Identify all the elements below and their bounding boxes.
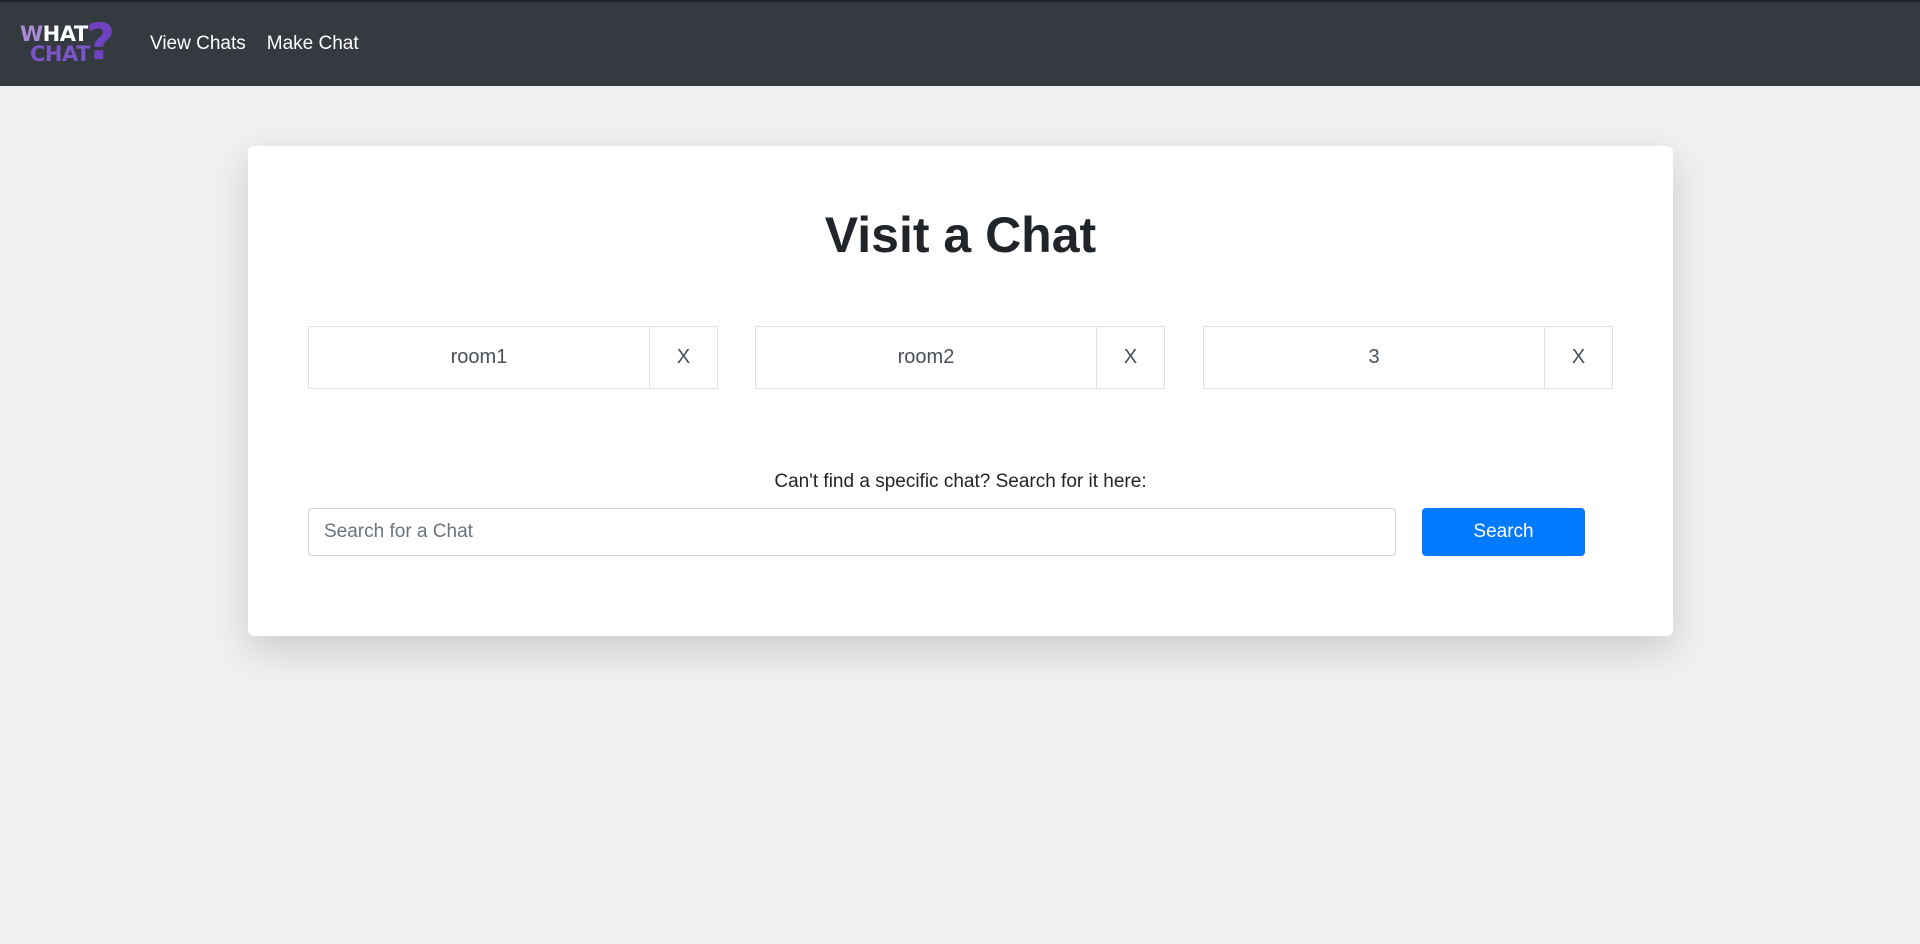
search-label: Can't find a specific chat? Search for i… [774,471,1147,492]
room-item: room1 X [308,326,718,389]
room-link[interactable]: 3 [1204,327,1545,388]
nav-view-chats[interactable]: View Chats [150,33,246,55]
brand-logo[interactable]: WHAT CHAT ? [20,13,120,71]
logo-line-1: WHAT [20,24,90,45]
logo-line-2: CHAT [30,42,90,66]
room-link[interactable]: room1 [309,327,650,388]
remove-room-button[interactable]: X [650,327,717,388]
room-item: 3 X [1203,326,1613,389]
question-mark-icon: ? [86,13,116,71]
navbar: WHAT CHAT ? View Chats Make Chat [0,2,1920,86]
remove-room-button[interactable]: X [1545,327,1612,388]
visit-chat-card: Visit a Chat room1 X room2 X 3 X Can't f… [248,146,1673,636]
search-button[interactable]: Search [1422,508,1585,556]
nav-make-chat[interactable]: Make Chat [267,33,359,55]
logo-text: WHAT CHAT [20,24,90,66]
room-link[interactable]: room2 [756,327,1097,388]
remove-room-button[interactable]: X [1097,327,1164,388]
room-item: room2 X [755,326,1165,389]
search-input[interactable] [308,508,1396,556]
page-title: Visit a Chat [824,207,1097,263]
